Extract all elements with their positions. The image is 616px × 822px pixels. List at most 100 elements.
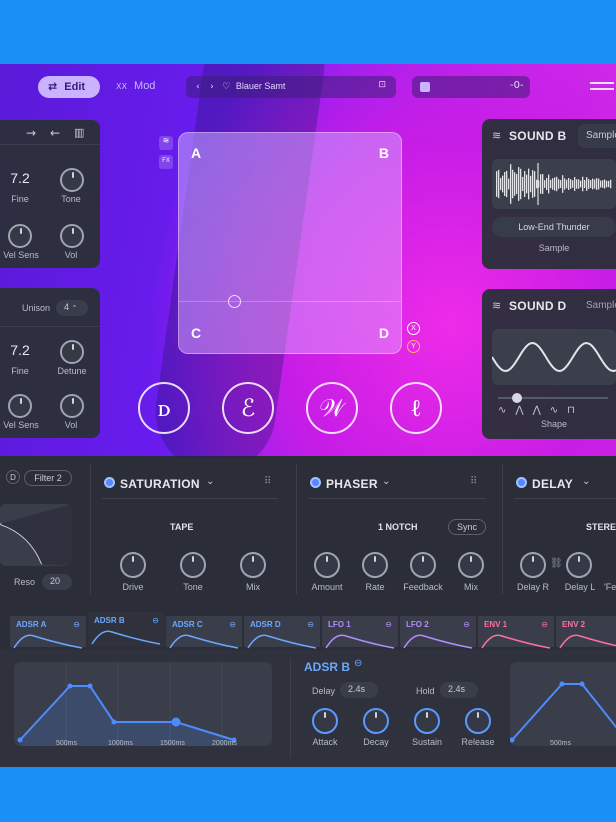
link-icon[interactable]: ⊖ (73, 620, 80, 629)
tab-sample[interactable]: Sample (578, 124, 616, 148)
drag-handle-icon[interactable]: ⠿ (470, 476, 477, 487)
time-tick: 500ms (56, 740, 78, 747)
delay-time-select[interactable]: 2.4s (340, 682, 378, 698)
sound-d-panel: ≋ SOUND D Sample ∿⋀⋀∿⊓ Shape (482, 289, 616, 439)
oscillator-b-panel: Unison 4 ⌃ 7.2 Fine Detune Vel Sens Vol (0, 288, 100, 438)
delay-l-knob[interactable] (566, 552, 592, 578)
tab-adsr-b[interactable]: ADSR B ⊖ (88, 610, 165, 647)
amount-knob[interactable] (314, 552, 340, 578)
corner-a: A (191, 145, 202, 161)
detune-knob[interactable] (60, 340, 84, 364)
layers-icon[interactable]: ≋ (159, 136, 173, 150)
release-knob[interactable] (465, 708, 491, 734)
x-axis-badge[interactable]: X (407, 322, 420, 335)
mix-knob[interactable] (240, 552, 266, 578)
keyboard-icon[interactable]: ▥ (74, 126, 84, 139)
macro-knob-1[interactable]: ꭰ (138, 382, 190, 434)
rate-knob[interactable] (362, 552, 388, 578)
decay-knob[interactable] (363, 708, 389, 734)
reso-select[interactable]: 20 (42, 574, 72, 590)
sync-button[interactable]: Sync (448, 519, 486, 535)
mod-icon: XX (116, 82, 127, 91)
feedback-knob[interactable] (410, 552, 436, 578)
drive-knob[interactable] (120, 552, 146, 578)
shape-slider-handle[interactable] (512, 393, 522, 403)
tab-adsr-d[interactable]: ADSR D ⊖ (244, 614, 320, 649)
swap-icon: ⇄ (48, 80, 58, 93)
tab-lfo-2[interactable]: LFO 2 ⊖ (400, 614, 476, 649)
sample-select[interactable]: Low-End Thunder (492, 217, 616, 237)
shape-icons[interactable]: ∿⋀⋀∿⊓ (498, 405, 584, 416)
vel-sens-knob[interactable] (8, 394, 32, 418)
link-icon[interactable]: ⊖ (152, 616, 159, 625)
link-icon[interactable]: ⊖ (541, 620, 548, 629)
macro-knob-2[interactable]: ℰ (222, 382, 274, 434)
chevron-down-icon[interactable]: ⌄ (582, 476, 590, 487)
drag-handle-icon[interactable]: ⠿ (264, 476, 271, 487)
y-axis-badge[interactable]: Y (407, 340, 420, 353)
filter-badge[interactable]: D (6, 470, 20, 484)
arrow-left-icon[interactable]: ← (50, 126, 60, 140)
tuning-icon[interactable]: -0- (510, 80, 524, 91)
vol-knob[interactable] (60, 394, 84, 418)
vol-knob[interactable] (60, 224, 84, 248)
phaser-power[interactable] (310, 477, 321, 488)
filter-curve[interactable] (0, 504, 72, 566)
macro-knob-4[interactable]: ℓ (390, 382, 442, 434)
shape-slider[interactable] (498, 393, 608, 403)
chevron-down-icon[interactable]: ⌄ (382, 476, 390, 487)
filter-select[interactable]: Filter 2 (24, 470, 72, 486)
link-icon[interactable]: ⊖ (229, 620, 236, 629)
tab-sample[interactable]: Sample (578, 294, 616, 318)
corner-d: D (378, 325, 389, 341)
tab-label: ADSR C (172, 620, 203, 629)
fine-value[interactable]: 7.2 (8, 342, 32, 358)
link-icon[interactable]: ⊖ (385, 620, 392, 629)
chevron-down-icon[interactable]: ⌄ (206, 476, 214, 487)
layers-icon: ≋ (492, 299, 502, 312)
time-tick: 2000ms (212, 740, 237, 747)
corner-b: B (378, 145, 389, 161)
heart-icon[interactable]: ♡ (222, 82, 230, 92)
link-icon[interactable]: ⊖ (463, 620, 470, 629)
vel-sens-knob[interactable] (8, 224, 32, 248)
xy-pad[interactable]: A B C D (178, 132, 402, 354)
hold-time-select[interactable]: 2.4s (440, 682, 478, 698)
delay-power[interactable] (516, 477, 527, 488)
oscillator-waveform (492, 329, 616, 385)
chevron-left-icon[interactable]: ‹ (196, 82, 200, 92)
tone-knob[interactable] (60, 168, 84, 192)
save-icon[interactable]: ⊡ (378, 80, 386, 90)
chevron-right-icon[interactable]: › (210, 82, 214, 92)
envelope-graph[interactable] (14, 662, 272, 746)
tab-lfo-1[interactable]: LFO 1 ⊖ (322, 614, 398, 649)
arrow-right-icon[interactable]: → (26, 126, 36, 140)
tab-label: LFO 2 (406, 620, 429, 629)
mix-knob[interactable] (458, 552, 484, 578)
menu-icon[interactable] (590, 82, 614, 90)
tab-label: ADSR D (250, 620, 281, 629)
fine-value[interactable]: 7.2 (8, 170, 32, 186)
link-icon[interactable]: ⊖ (307, 620, 314, 629)
tab-adsr-c[interactable]: ADSR C ⊖ (166, 614, 242, 649)
attack-knob[interactable] (312, 708, 338, 734)
xy-cursor[interactable] (228, 295, 241, 308)
tab-env-2[interactable]: ENV 2⊖ (556, 614, 616, 649)
tab-label: ADSR A (16, 620, 47, 629)
mod-button[interactable]: XX Mod (116, 80, 155, 92)
sustain-knob[interactable] (414, 708, 440, 734)
preset-browser[interactable]: ‹ › ♡ Blauer Samt ⊡ (186, 76, 396, 98)
link-icon[interactable]: ⊖ (354, 658, 362, 669)
envelope-graph-secondary[interactable] (509, 662, 616, 746)
tab-adsr-a[interactable]: ADSR A ⊖ (10, 614, 86, 649)
tab-env-1[interactable]: ENV 1 ⊖ (478, 614, 554, 649)
edit-button[interactable]: ⇄ Edit (38, 76, 100, 98)
link-icon[interactable]: ⛓ (550, 558, 563, 569)
unison-select[interactable]: 4 ⌃ (56, 300, 88, 316)
delay-r-knob[interactable] (520, 552, 546, 578)
fx-badge[interactable]: FX (159, 155, 173, 169)
oscillator-a-panel: → ← ▥ 7.2 Fine Tone Vel Sens Vol (0, 120, 100, 268)
tone-knob[interactable] (180, 552, 206, 578)
saturation-power[interactable] (104, 477, 115, 488)
macro-knob-3[interactable]: 𝒲 (306, 382, 358, 434)
